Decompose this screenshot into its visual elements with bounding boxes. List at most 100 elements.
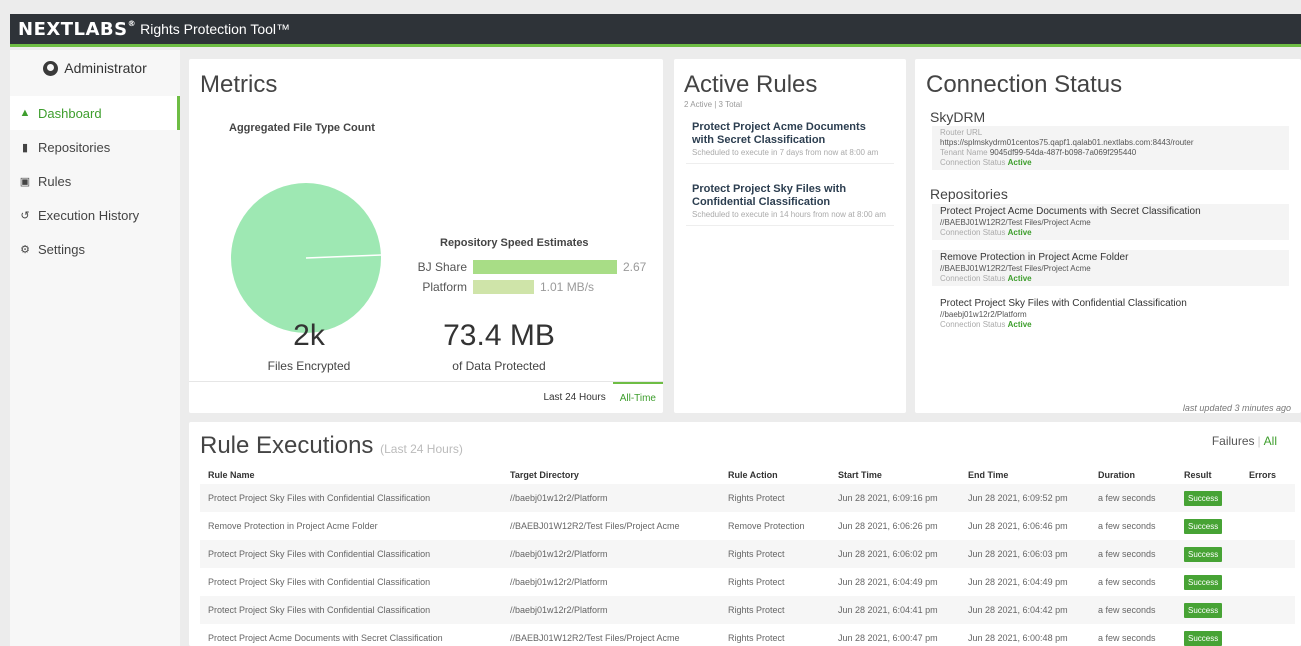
result-badge: Success xyxy=(1184,603,1223,618)
tenant-name: 9045df99-54da-487f-b098-7a069f295440 xyxy=(989,148,1137,157)
sidebar-item-label: Dashboard xyxy=(38,105,102,121)
tab-last-24-hours[interactable]: Last 24 Hours xyxy=(536,382,612,414)
speed-value: 2.67 xyxy=(623,260,647,274)
sidebar-nav: ▲ Dashboard ▮ Repositories ▣ Rules ↺ Exe… xyxy=(10,96,180,266)
column-header[interactable]: Rule Action xyxy=(720,470,830,480)
column-header[interactable]: Start Time xyxy=(830,470,960,480)
cell-rule-name: Protect Project Acme Documents with Secr… xyxy=(208,633,443,643)
cell-rule-name: Protect Project Sky Files with Confident… xyxy=(208,549,431,559)
column-header[interactable]: Target Directory xyxy=(502,470,720,480)
repositories-heading: Repositories xyxy=(930,186,1008,202)
user-menu[interactable]: Administrator xyxy=(10,60,180,76)
active-rule-item[interactable]: Protect Project Sky Files with Confident… xyxy=(686,181,894,226)
repository-status-item[interactable]: Protect Project Sky Files with Confident… xyxy=(932,296,1289,332)
result-badge: Success xyxy=(1184,547,1223,562)
home-icon: ▲ xyxy=(19,107,31,119)
column-header[interactable]: End Time xyxy=(960,470,1090,480)
column-header[interactable]: Errors xyxy=(1243,470,1293,480)
book-icon: ▣ xyxy=(19,175,31,188)
repository-status-item[interactable]: Protect Project Acme Documents with Secr… xyxy=(932,204,1289,240)
table-row[interactable]: Protect Project Sky Files with Confident… xyxy=(200,568,1295,596)
rule-name: Protect Project Sky Files with Confident… xyxy=(692,183,847,208)
speed-row-bj-share: BJ Share 2.67 xyxy=(389,259,646,275)
speed-bar[interactable] xyxy=(473,260,617,274)
cell-rule-name: Protect Project Sky Files with Confident… xyxy=(208,605,431,615)
repository-directory: //BAEBJ01W12R2/Test Files/Project Acme xyxy=(940,218,1091,227)
rule-executions-heading: Rule Executions xyxy=(200,432,374,459)
sidebar-item-label: Settings xyxy=(38,241,85,257)
sidebar-item-rules[interactable]: ▣ Rules xyxy=(10,164,180,198)
active-rules-count: 2 Active | 3 Total xyxy=(684,100,742,109)
user-circle-icon xyxy=(43,60,59,76)
result-filter: Failures | All xyxy=(1212,434,1277,448)
active-rule-item[interactable]: Protect Project Acme Documents with Secr… xyxy=(686,119,894,164)
cell-rule-name: Protect Project Sky Files with Confident… xyxy=(208,577,431,587)
sidebar-item-repositories[interactable]: ▮ Repositories xyxy=(10,130,180,164)
sidebar: Administrator ▲ Dashboard ▮ Repositories… xyxy=(10,50,180,646)
sidebar-item-label: Rules xyxy=(38,173,72,189)
repository-name: Protect Project Sky Files with Confident… xyxy=(940,298,1187,309)
rule-executions-card: Rule Executions (Last 24 Hours) Failures… xyxy=(189,422,1301,646)
column-header[interactable]: Result xyxy=(1176,470,1243,480)
table-row[interactable]: Protect Project Sky Files with Confident… xyxy=(200,484,1295,512)
last-updated-text: last updated 3 minutes ago xyxy=(1182,403,1291,413)
sidebar-item-settings[interactable]: ⚙ Settings xyxy=(10,232,180,266)
speed-value: 1.01 MB/s xyxy=(540,280,595,294)
cell-duration: a few seconds xyxy=(1098,549,1156,559)
sidebar-item-dashboard[interactable]: ▲ Dashboard xyxy=(10,96,180,130)
tab-all-time[interactable]: All-Time xyxy=(612,381,663,414)
app-subtitle: Rights Protection Tool™ xyxy=(140,21,291,37)
connection-status-label: Connection Status xyxy=(940,320,1006,329)
repository-directory: //baebj01w12r2/Platform xyxy=(940,310,1027,319)
table-row[interactable]: Remove Protection in Project Acme Folder… xyxy=(200,512,1295,540)
repository-name: Remove Protection in Project Acme Folder xyxy=(940,252,1129,263)
column-header[interactable]: Rule Name xyxy=(200,470,502,480)
cell-end-time: Jun 28 2021, 6:00:48 pm xyxy=(968,633,1068,643)
filter-all[interactable]: All xyxy=(1264,434,1277,448)
rule-executions-title: Rule Executions (Last 24 Hours) xyxy=(200,432,463,460)
table-row[interactable]: Protect Project Acme Documents with Secr… xyxy=(200,624,1295,646)
cell-duration: a few seconds xyxy=(1098,493,1156,503)
cell-duration: a few seconds xyxy=(1098,633,1156,643)
connection-status-value: Active xyxy=(1007,274,1032,283)
cell-target-directory: //baebj01w12r2/Platform xyxy=(510,549,608,559)
rule-schedule: Scheduled to execute in 14 hours from no… xyxy=(692,210,886,219)
cell-target-directory: //baebj01w12r2/Platform xyxy=(510,577,608,587)
cell-target-directory: //baebj01w12r2/Platform xyxy=(510,605,608,615)
cell-rule-action: Rights Protect xyxy=(728,549,785,559)
cell-rule-action: Rights Protect xyxy=(728,577,785,587)
speed-label: BJ Share xyxy=(417,260,467,274)
speed-bar[interactable] xyxy=(473,280,534,294)
router-url: https://splmskydrm01centos75.qapf1.qalab… xyxy=(940,138,1194,147)
cell-end-time: Jun 28 2021, 6:09:52 pm xyxy=(968,493,1068,503)
cell-start-time: Jun 28 2021, 6:04:41 pm xyxy=(838,605,938,615)
connection-status-title: Connection Status xyxy=(926,71,1123,98)
table-row[interactable]: Protect Project Sky Files with Confident… xyxy=(200,540,1295,568)
repository-status-item[interactable]: Remove Protection in Project Acme Folder… xyxy=(932,250,1289,286)
column-header[interactable]: Duration xyxy=(1090,470,1176,480)
filter-separator: | xyxy=(1257,434,1261,448)
rule-executions-subtitle: (Last 24 Hours) xyxy=(380,442,463,456)
result-badge: Success xyxy=(1184,575,1223,590)
result-badge: Success xyxy=(1184,631,1223,646)
active-rules-title: Active Rules xyxy=(684,71,818,98)
connection-status-label: Connection Status xyxy=(940,274,1006,283)
metrics-card: Metrics Aggregated File Type Count Repos… xyxy=(189,59,663,413)
cell-start-time: Jun 28 2021, 6:04:49 pm xyxy=(838,577,938,587)
sidebar-item-label: Repositories xyxy=(38,139,111,155)
tenant-name-label: Tenant Name xyxy=(940,148,988,157)
cell-start-time: Jun 28 2021, 6:09:16 pm xyxy=(838,493,938,503)
sidebar-item-execution-history[interactable]: ↺ Execution History xyxy=(10,198,180,232)
router-url-label: Router URL xyxy=(940,128,983,137)
speed-row-platform: Platform 1.01 MB/s xyxy=(389,279,594,295)
folder-icon: ▮ xyxy=(21,141,29,154)
metrics-title: Metrics xyxy=(200,71,278,98)
connection-status-value: Active xyxy=(1007,320,1032,329)
data-protected-amount: 73.4 MB xyxy=(443,319,555,352)
table-row[interactable]: Protect Project Sky Files with Confident… xyxy=(200,596,1295,624)
cell-start-time: Jun 28 2021, 6:00:47 pm xyxy=(838,633,938,643)
sidebar-item-label: Execution History xyxy=(38,207,140,223)
result-badge: Success xyxy=(1184,519,1223,534)
cell-duration: a few seconds xyxy=(1098,605,1156,615)
filter-failures[interactable]: Failures xyxy=(1212,434,1255,448)
